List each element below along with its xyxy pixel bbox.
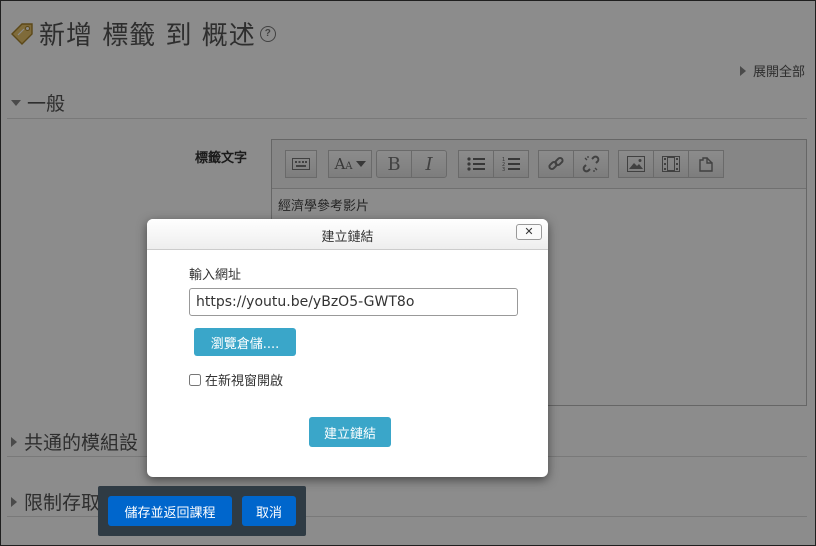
- save-return-button[interactable]: 儲存並返回課程: [108, 496, 232, 526]
- close-button[interactable]: ✕: [516, 224, 542, 240]
- create-link-dialog: 建立鏈結 ✕ 輸入網址 瀏覽倉儲.... 在新視窗開啟 建立鏈結: [147, 219, 548, 477]
- cancel-button[interactable]: 取消: [242, 496, 296, 526]
- dialog-title: 建立鏈結: [321, 230, 374, 245]
- open-new-window-option[interactable]: 在新視窗開啟: [189, 370, 283, 389]
- dialog-header: 建立鏈結 ✕: [147, 219, 548, 250]
- browse-repositories-button[interactable]: 瀏覽倉儲....: [194, 328, 296, 356]
- create-link-button[interactable]: 建立鏈結: [309, 417, 391, 447]
- open-new-window-checkbox[interactable]: [189, 373, 201, 386]
- url-field-label: 輸入網址: [189, 268, 242, 283]
- sticky-footer: 儲存並返回課程 取消: [98, 486, 306, 536]
- url-input[interactable]: [189, 288, 518, 316]
- open-new-window-label: 在新視窗開啟: [205, 374, 284, 389]
